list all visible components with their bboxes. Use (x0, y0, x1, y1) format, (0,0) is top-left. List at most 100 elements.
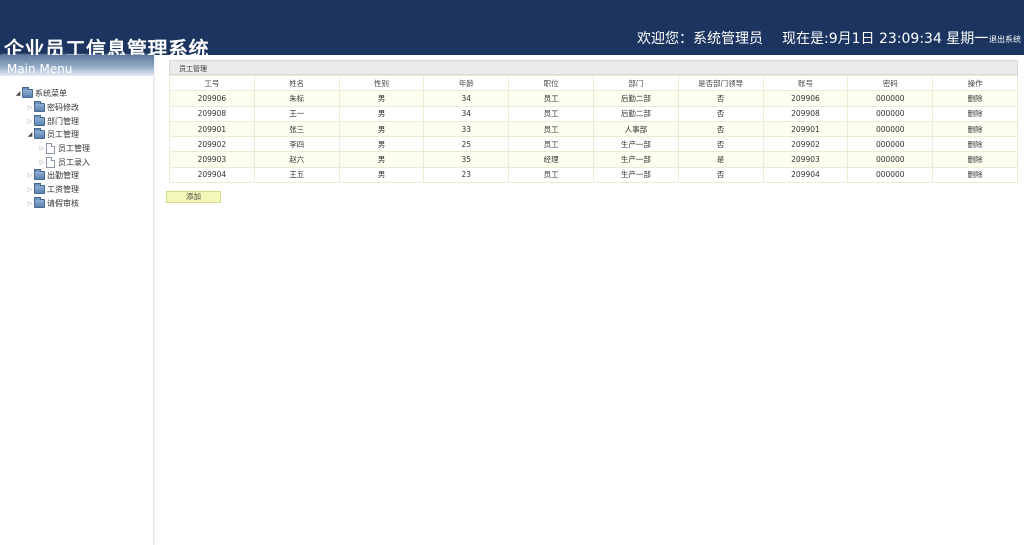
table-cell: 209902 (169, 136, 255, 153)
collapsed-arrow-icon[interactable]: ▷ (26, 200, 34, 207)
table-cell: 209901 (762, 120, 849, 138)
table-cell: 209904 (762, 166, 849, 184)
table-cell: 23 (423, 166, 510, 184)
table-header-row: 工号 姓名 性别 年龄 职位 部门 是否部门领导 账号 密码 操作 (169, 74, 1018, 92)
column-header: 账号 (762, 74, 849, 92)
folder-icon (34, 183, 45, 195)
folder-icon (34, 114, 45, 126)
logout-link[interactable]: 退出系统 (989, 34, 1021, 45)
table-cell: 209903 (169, 151, 255, 168)
menu-header: Main Menu (0, 55, 154, 76)
tree-item[interactable]: ▷ 密码修改 (0, 101, 153, 115)
table-cell: 员工 (508, 105, 594, 122)
table-cell: 否 (677, 120, 764, 138)
current-datetime: 现在是:9月1日 23:09:34 星期一 (782, 31, 989, 47)
delete-link[interactable]: 删除 (932, 151, 1018, 168)
file-icon (46, 156, 55, 168)
table-cell: 209904 (169, 166, 255, 184)
table-cell: 000000 (847, 90, 934, 107)
tree-item-label: 请假审核 (47, 198, 79, 208)
tree-item[interactable]: ▷ 员工管理 (0, 142, 153, 156)
top-header: 企业员工信息管理系统 欢迎您：系统管理员 现在是:9月1日 23:09:34 星… (0, 0, 1024, 61)
table-cell: 是 (677, 151, 764, 168)
tree-item-label: 系统菜单 (35, 89, 67, 99)
table-cell: 生产一部 (592, 136, 679, 153)
table-cell: 王五 (253, 166, 340, 184)
expanded-arrow-icon[interactable]: ◢ (14, 90, 22, 97)
collapsed-arrow-icon[interactable]: ▷ (38, 159, 46, 166)
collapsed-arrow-icon[interactable]: ▷ (26, 186, 34, 193)
menu-tree: ◢ 系统菜单 ▷ 密码修改 ▷ 部门管理 ◢ 员工管理 ▷ 员工管理 ▷ 员工录入 ▷ 出勤管理 ▷ 工资管理… (0, 76, 153, 210)
table-cell: 员工 (508, 120, 594, 138)
column-header: 部门 (592, 74, 679, 92)
delete-link[interactable]: 删除 (932, 90, 1018, 107)
tree-item-label: 员工录入 (58, 157, 90, 167)
sidebar: Main Menu ◢ 系统菜单 ▷ 密码修改 ▷ 部门管理 ◢ 员工管理 ▷ 员工管理 ▷ 员工录入… (0, 55, 154, 545)
table-cell: 王一 (253, 105, 340, 122)
table-cell: 209903 (762, 151, 849, 168)
column-header: 性别 (338, 74, 425, 92)
tree-item-label: 工资管理 (47, 185, 79, 195)
table-cell: 000000 (847, 120, 934, 138)
table-cell: 209901 (169, 120, 255, 138)
table-cell: 34 (423, 105, 510, 122)
table-cell: 后勤二部 (592, 105, 679, 122)
table-cell: 25 (423, 136, 510, 153)
tree-item[interactable]: ◢ 员工管理 (0, 128, 153, 142)
tree-item[interactable]: ▷ 出勤管理 (0, 169, 153, 183)
expanded-arrow-icon[interactable]: ◢ (26, 131, 34, 138)
table-cell: 张三 (253, 120, 340, 138)
table-cell: 员工 (508, 166, 594, 184)
table-cell: 000000 (847, 151, 934, 168)
collapsed-arrow-icon[interactable]: ▷ (26, 118, 34, 125)
collapsed-arrow-icon[interactable]: ▷ (26, 104, 34, 111)
tree-item-label: 员工管理 (58, 144, 90, 154)
collapsed-arrow-icon[interactable]: ▷ (38, 145, 46, 152)
table-cell: 209906 (762, 90, 849, 107)
table-cell: 男 (338, 166, 425, 184)
tree-item[interactable]: ◢ 系统菜单 (0, 87, 153, 101)
column-header: 是否部门领导 (677, 74, 764, 92)
table-cell: 209908 (762, 105, 849, 122)
table-cell: 男 (338, 90, 425, 107)
table-cell: 否 (677, 166, 764, 184)
table-cell: 否 (677, 90, 764, 107)
tree-item[interactable]: ▷ 部门管理 (0, 114, 153, 128)
table-row: 209904 王五男 23 员工 生产一部否 209904 000000 删除 (169, 166, 1018, 184)
add-button[interactable]: 添加 (166, 191, 221, 203)
delete-link[interactable]: 删除 (932, 166, 1018, 184)
table-row: 209908 王一男 34 员工 后勤二部否 209908 000000 删除 (169, 105, 1018, 122)
table-cell: 209902 (762, 136, 849, 153)
table-cell: 李四 (253, 136, 340, 153)
column-header: 职位 (508, 74, 594, 92)
table-row: 209906 朱标男 34 员工 后勤二部否 209906 000000 删除 (169, 90, 1018, 107)
table-row: 209903 赵六男 35 经理 生产一部是 209903 000000 删除 (169, 151, 1018, 168)
delete-link[interactable]: 删除 (932, 136, 1018, 153)
table-cell: 男 (338, 136, 425, 153)
table-cell: 否 (677, 105, 764, 122)
table-cell: 员工 (508, 136, 594, 153)
table-cell: 赵六 (253, 151, 340, 168)
table-cell: 生产一部 (592, 151, 679, 168)
table-cell: 209906 (169, 90, 255, 107)
table-cell: 朱标 (253, 90, 340, 107)
table-cell: 33 (423, 120, 510, 138)
tree-item[interactable]: ▷ 工资管理 (0, 183, 153, 197)
tree-item[interactable]: ▷ 员工录入 (0, 155, 153, 169)
main-content: 员工管理 工号 姓名 性别 年龄 职位 部门 是否部门领导 账号 密码 操作 209906 朱标男 3… (166, 60, 1018, 203)
delete-link[interactable]: 删除 (932, 105, 1018, 122)
column-header: 工号 (169, 74, 255, 92)
table-cell: 经理 (508, 151, 594, 168)
column-header: 密码 (847, 74, 934, 92)
table-cell: 000000 (847, 136, 934, 153)
tree-item[interactable]: ▷ 请假审核 (0, 196, 153, 211)
delete-link[interactable]: 删除 (932, 120, 1018, 138)
tree-item-label: 员工管理 (47, 130, 79, 140)
table-cell: 员工 (508, 90, 594, 107)
tree-item-label: 密码修改 (47, 103, 79, 113)
collapsed-arrow-icon[interactable]: ▷ (26, 172, 34, 179)
table-cell: 000000 (847, 105, 934, 122)
table-row: 209901 张三男 33 员工 人事部否 209901 000000 删除 (169, 120, 1018, 138)
welcome-text: 欢迎您：系统管理员 (637, 31, 763, 47)
folder-icon (34, 101, 45, 113)
